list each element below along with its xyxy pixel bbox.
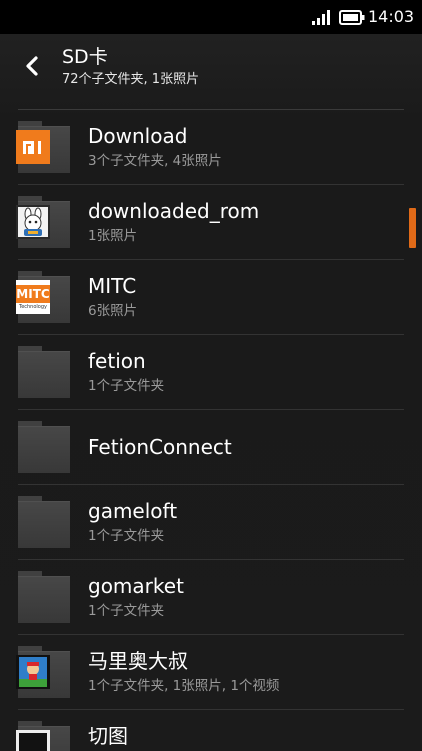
scrollbar-thumb[interactable]: [409, 208, 416, 248]
folder-item-gameloft[interactable]: gameloft 1个子文件夹: [0, 485, 422, 560]
folder-item-gomarket[interactable]: gomarket 1个子文件夹: [0, 560, 422, 635]
folder-name: 马里奥大叔: [88, 649, 188, 673]
folder-item-fetion[interactable]: fetion 1个子文件夹: [0, 335, 422, 410]
folder-info: 1张照片: [88, 228, 138, 244]
image-thumbnail: [16, 730, 50, 751]
chevron-left-icon: [26, 56, 38, 76]
folder-icon: [18, 571, 70, 623]
folder-name: gameloft: [88, 499, 178, 523]
folder-list[interactable]: Download 3个子文件夹, 4张照片 downloaded_rom 1张照…: [0, 110, 422, 751]
mitc-logo-thumbnail: MITC Technology: [16, 280, 50, 314]
folder-info: 1个子文件夹: [88, 378, 165, 394]
battery-icon: [339, 10, 365, 25]
signal-icon: [312, 10, 330, 25]
page-subtitle: 72个子文件夹, 1张照片: [62, 72, 200, 87]
folder-item-qietu[interactable]: 切图: [0, 710, 422, 751]
folder-icon: [18, 346, 70, 398]
folder-item-mario[interactable]: 马里奥大叔 1个子文件夹, 1张照片, 1个视频: [0, 635, 422, 710]
header: SD卡 72个子文件夹, 1张照片: [0, 34, 422, 110]
folder-item-downloaded-rom[interactable]: downloaded_rom 1张照片: [0, 185, 422, 260]
folder-info: 1个子文件夹, 1张照片, 1个视频: [88, 678, 280, 694]
folder-item-download[interactable]: Download 3个子文件夹, 4张照片: [0, 110, 422, 185]
folder-item-mitc[interactable]: MITC Technology MITC 6张照片: [0, 260, 422, 335]
folder-name: MITC: [88, 274, 137, 298]
mario-video-thumbnail: [16, 655, 50, 689]
folder-name: 切图: [88, 724, 128, 748]
mitc-logo-subtext: Technology: [18, 304, 47, 310]
clock: 14:03: [368, 7, 415, 26]
folder-name: downloaded_rom: [88, 199, 260, 223]
folder-item-fetionconnect[interactable]: FetionConnect: [0, 410, 422, 485]
mi-logo-thumbnail: [16, 130, 50, 164]
page-title: SD卡: [62, 46, 108, 68]
folder-info: 3个子文件夹, 4张照片: [88, 153, 222, 169]
folder-icon: [18, 496, 70, 548]
folder-name: FetionConnect: [88, 435, 232, 459]
folder-info: 6张照片: [88, 303, 138, 319]
status-bar: 14:03: [0, 0, 422, 34]
folder-name: Download: [88, 124, 188, 148]
folder-name: gomarket: [88, 574, 184, 598]
folder-info: 1个子文件夹: [88, 603, 165, 619]
mitc-logo-text: MITC: [16, 287, 50, 301]
back-button[interactable]: [10, 46, 54, 86]
file-browser-screen: 14:03 SD卡 72个子文件夹, 1张照片 Download 3个子文件夹,…: [0, 0, 422, 751]
bunny-thumbnail: [16, 205, 50, 239]
folder-icon: [18, 421, 70, 473]
folder-name: fetion: [88, 349, 146, 373]
folder-info: 1个子文件夹: [88, 528, 165, 544]
